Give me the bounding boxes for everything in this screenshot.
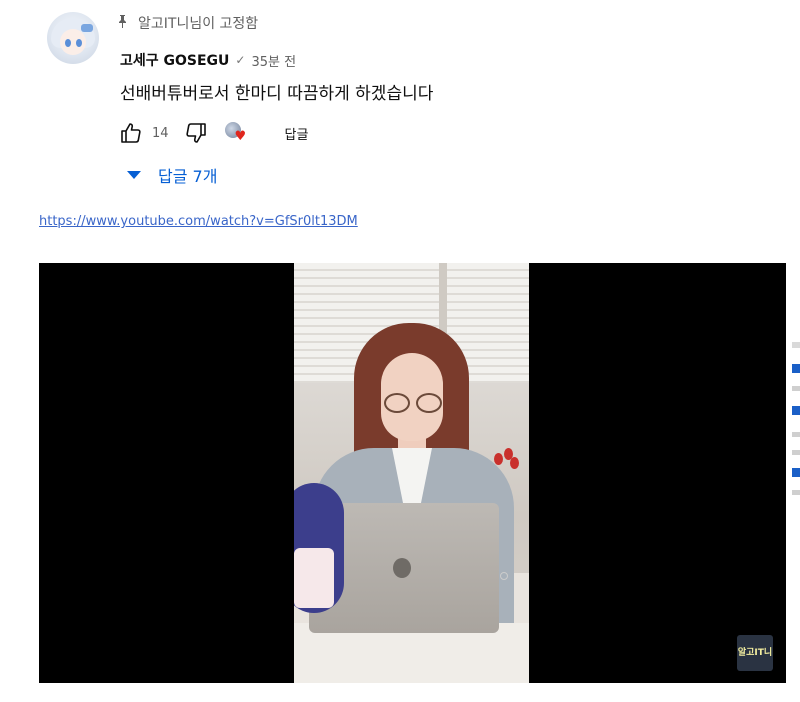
- apple-logo-icon: [393, 558, 411, 578]
- verified-check-icon: ✓: [235, 53, 246, 67]
- creator-heart-badge: ♥: [224, 122, 247, 144]
- pinned-text: 알고IT니님이 고정함: [138, 16, 259, 32]
- caret-down-icon: [127, 171, 141, 179]
- comment-header: 고세구 GOSEGU ✓ 35분 전: [120, 50, 296, 70]
- avatar-ribbon: [81, 24, 93, 32]
- like-count: 14: [152, 125, 169, 141]
- pinned-label: 알고IT니님이 고정함: [118, 13, 258, 33]
- replies-count-label: 답글 7개: [158, 167, 218, 186]
- reply-button[interactable]: 답글: [285, 124, 309, 143]
- glasses: [384, 393, 442, 413]
- channel-watermark-text: 알고IT니: [737, 648, 773, 658]
- avatar-eye: [76, 39, 82, 47]
- channel-watermark[interactable]: 알고IT니: [737, 635, 773, 671]
- thumbs-up-icon: [121, 123, 141, 143]
- right-sidebar-fragment: [792, 340, 800, 500]
- avatar-face: [60, 29, 86, 55]
- video-frame: [294, 263, 529, 683]
- comment-actions: 14 ♥ 답글: [118, 119, 308, 147]
- author-name[interactable]: 고세구 GOSEGU: [120, 50, 229, 70]
- video-link[interactable]: https://www.youtube.com/watch?v=GfSr0lt1…: [39, 214, 358, 229]
- character-face: [294, 548, 334, 608]
- avatar-eye: [65, 39, 71, 47]
- replies-toggle-button[interactable]: 답글 7개: [127, 163, 217, 187]
- thumbs-down-icon: [185, 123, 206, 143]
- author-avatar[interactable]: [47, 12, 99, 64]
- dislike-button[interactable]: [183, 120, 209, 146]
- player-dot: [500, 572, 508, 580]
- video-player[interactable]: 알고IT니: [39, 263, 786, 683]
- comment-text: 선배버튜버로서 한마디 따끔하게 하겠습니다: [120, 84, 434, 104]
- like-button[interactable]: [118, 120, 144, 146]
- heart-icon: ♥: [234, 129, 247, 144]
- pin-icon: [118, 14, 128, 32]
- comment-time[interactable]: 35분 전: [251, 51, 296, 70]
